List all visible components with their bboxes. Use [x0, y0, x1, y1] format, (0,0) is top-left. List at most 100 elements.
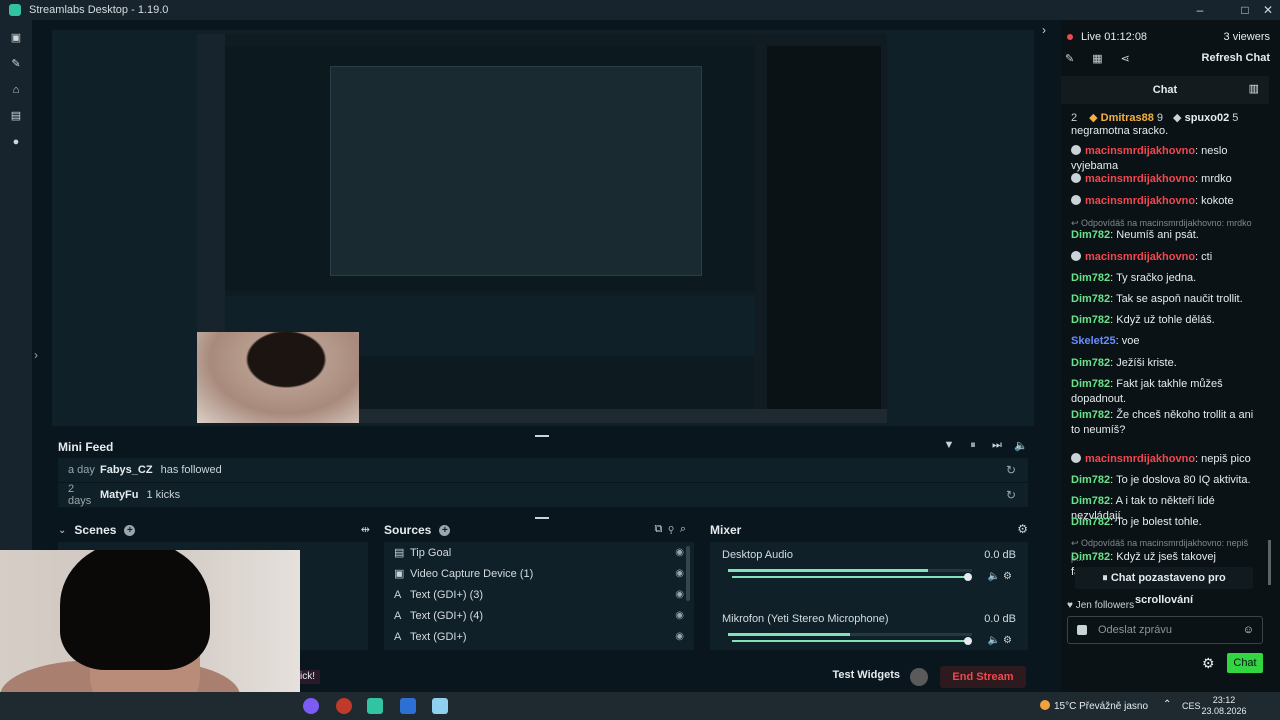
share-icon[interactable]: ⋖: [1121, 52, 1130, 65]
source-tools-icon[interactable]: ⧉⚲⌕: [655, 523, 692, 536]
replay-icon[interactable]: ↻: [1006, 488, 1016, 502]
store-icon[interactable]: ⌂: [10, 84, 22, 96]
mute-icon[interactable]: 🔈 ⚙: [988, 635, 1012, 646]
feed-row: a day Fabys_CZ has followed ↻: [58, 458, 1028, 482]
chat-username[interactable]: Dim782: [1071, 314, 1110, 326]
close-button[interactable]: ✕: [1256, 0, 1280, 20]
notepad-icon[interactable]: [432, 698, 448, 714]
app-store-icon[interactable]: ▤: [10, 110, 22, 122]
chat-message: Dim782: Tak se aspoň naučit trollit.: [1071, 293, 1243, 305]
clock[interactable]: 23:12 23.08.2026: [1200, 695, 1248, 717]
themes-icon[interactable]: ✎: [10, 58, 22, 70]
chat-username[interactable]: macinsmrdijakhovno: [1085, 173, 1195, 185]
source-item[interactable]: A Text (GDI+) (3) ◉: [394, 584, 684, 605]
mini-feed-title: Mini Feed: [58, 440, 114, 454]
visibility-icon[interactable]: ◉: [675, 589, 684, 600]
end-stream-button[interactable]: End Stream: [940, 666, 1026, 688]
volume-slider[interactable]: [732, 573, 972, 581]
replay-icon[interactable]: ↻: [1006, 463, 1016, 477]
preview-webcam: [197, 332, 359, 423]
chat-message: Dim782: Že chceš někoho trollit a ani to…: [1071, 409, 1254, 436]
chat-text: To je bolest tohle.: [1116, 516, 1202, 528]
chat-input[interactable]: Odeslat zprávu ☺: [1067, 616, 1263, 644]
add-source-button[interactable]: +: [439, 524, 451, 536]
tray-up-icon[interactable]: ⌃: [1163, 699, 1171, 710]
source-item[interactable]: ▤ Tip Goal ◉: [394, 542, 684, 563]
mod-badge-icon: [1071, 145, 1081, 155]
source-item[interactable]: ▣ Video Capture Device (1) ◉: [394, 563, 684, 584]
weather-widget[interactable]: 15°C Převážně jasno: [1040, 700, 1148, 712]
chat-username[interactable]: Skelet25: [1071, 335, 1116, 347]
split-icon[interactable]: ⇹: [361, 523, 370, 536]
emoji-icon[interactable]: ☺: [1243, 617, 1254, 643]
text-icon: A: [394, 609, 402, 622]
expand-chevron-icon[interactable]: ›: [34, 348, 38, 362]
collapse-chevron-icon[interactable]: ›: [1037, 20, 1051, 40]
stream-preview: [197, 34, 887, 423]
language-indicator[interactable]: CES: [1182, 701, 1201, 711]
send-chat-button[interactable]: Chat: [1227, 653, 1263, 673]
browser-icon[interactable]: [303, 698, 319, 714]
volume-icon[interactable]: 🔈: [1014, 439, 1028, 452]
streams-icon[interactable]: ▦: [1092, 52, 1102, 65]
skip-icon[interactable]: ⏭: [990, 439, 1004, 452]
live-dot-icon: [1067, 34, 1073, 40]
chat-username[interactable]: Dim782: [1071, 516, 1110, 528]
chat-username[interactable]: Dim782: [1071, 551, 1110, 563]
chat-username[interactable]: Dim782: [1071, 357, 1110, 369]
chat-username[interactable]: Dim782: [1071, 272, 1110, 284]
feed-action: has followed: [160, 464, 222, 476]
source-label: Text (GDI+) (3): [410, 588, 484, 601]
chat-username[interactable]: Dim782: [1071, 495, 1110, 507]
source-item[interactable]: A Text (GDI+) ◉: [394, 626, 684, 647]
chat-username[interactable]: macinsmrdijakhovno: [1085, 251, 1195, 263]
app-icon[interactable]: [336, 698, 352, 714]
mute-icon[interactable]: 🔈 ⚙: [988, 571, 1012, 582]
chat-paused-banner[interactable]: ⏸ Chat pozastaveno pro scrollování: [1075, 567, 1253, 606]
filter-icon[interactable]: ▼: [942, 439, 956, 452]
chat-text: Neumíš ani psát.: [1116, 229, 1199, 241]
pause-icon[interactable]: ⏸: [966, 439, 980, 452]
test-widgets-icon[interactable]: [910, 668, 928, 686]
text-icon: A: [394, 588, 402, 601]
visibility-icon[interactable]: ◉: [675, 610, 684, 621]
chat-username[interactable]: Dim782: [1071, 293, 1110, 305]
chat-username[interactable]: macinsmrdijakhovno: [1085, 453, 1195, 465]
chat-username[interactable]: Dim782: [1071, 409, 1110, 421]
chat-settings-icon[interactable]: ▥: [1249, 82, 1259, 95]
streamlabs-icon[interactable]: [367, 698, 383, 714]
chat-message: Dim782: Fakt jak takhle můžeš dopadnout.: [1071, 378, 1223, 405]
source-item[interactable]: A Text (GDI+) (4) ◉: [394, 605, 684, 626]
test-widgets-button[interactable]: Test Widgets: [832, 669, 900, 681]
chat-text: Ježíši kriste.: [1116, 357, 1177, 369]
minimize-button[interactable]: –: [1188, 0, 1212, 20]
chevron-down-icon[interactable]: ⌄: [58, 525, 66, 536]
volume-slider[interactable]: [732, 637, 972, 645]
chat-message: macinsmrdijakhovno: kokote: [1071, 194, 1261, 209]
chat-username[interactable]: Dim782: [1071, 378, 1110, 390]
chat-message: macinsmrdijakhovno: mrdko: [1071, 172, 1261, 187]
channel-name: Desktop Audio: [722, 549, 793, 561]
media-icon[interactable]: ●: [10, 136, 22, 148]
chat-gear-icon[interactable]: ⚙: [1202, 655, 1215, 672]
editor-icon[interactable]: ▣: [10, 32, 22, 44]
visibility-icon[interactable]: ◉: [675, 547, 684, 558]
mixer-channel: Mikrofon (Yeti Stereo Microphone) 0.0 dB: [722, 613, 1016, 625]
chat-header: Chat ▥: [1061, 76, 1269, 104]
chat-message: Dim782: Neumíš ani psát.: [1071, 229, 1199, 241]
scenes-title: Scenes: [74, 523, 117, 537]
visibility-icon[interactable]: ◉: [675, 568, 684, 579]
maximize-button[interactable]: □: [1233, 0, 1257, 20]
add-scene-button[interactable]: +: [124, 524, 136, 536]
refresh-chat-button[interactable]: Refresh Chat: [1202, 52, 1270, 64]
chat-username[interactable]: macinsmrdijakhovno: [1085, 145, 1195, 157]
visibility-icon[interactable]: ◉: [675, 631, 684, 642]
chat-username[interactable]: Dim782: [1071, 229, 1110, 241]
chat-username[interactable]: macinsmrdijakhovno: [1085, 195, 1195, 207]
windows-taskbar: 15°C Převážně jasno ⌃ CES 23:12 23.08.202…: [0, 692, 1280, 720]
chat-scrollbar[interactable]: [1268, 540, 1271, 585]
chat-username[interactable]: Dim782: [1071, 474, 1110, 486]
monitor-icon[interactable]: [400, 698, 416, 714]
mixer-settings-icon[interactable]: ⚙: [1017, 522, 1028, 536]
edit-icon[interactable]: ✎: [1065, 52, 1074, 65]
